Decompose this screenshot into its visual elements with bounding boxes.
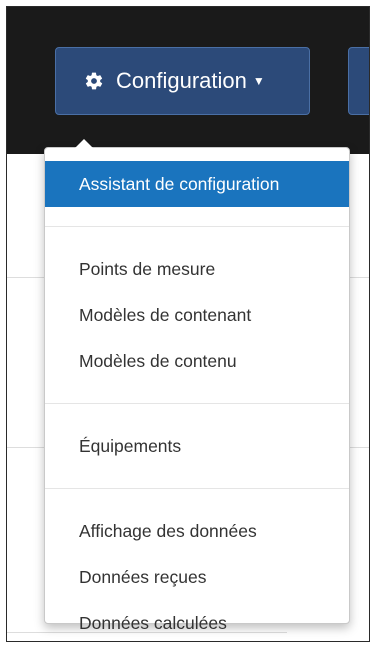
menu-item-assistant-de-configuration[interactable]: Assistant de configuration (45, 161, 349, 207)
menu-item-modeles-de-contenu[interactable]: Modèles de contenu (45, 338, 349, 384)
gear-icon (85, 72, 103, 90)
top-navbar: Configuration ▼ (7, 7, 369, 154)
menu-divider (45, 403, 349, 404)
menu-divider (45, 488, 349, 489)
configuration-dropdown-menu: Assistant de configuration Points de mesu… (44, 139, 350, 633)
menu-item-points-de-mesure[interactable]: Points de mesure (45, 246, 349, 292)
menu-item-donnees-calculees[interactable]: Données calculées (45, 600, 349, 646)
menu-item-affichage-des-donnees[interactable]: Affichage des données (45, 508, 349, 554)
configuration-label: Configuration (116, 68, 247, 93)
configuration-dropdown-button[interactable]: Configuration ▼ (55, 47, 310, 115)
menu-item-equipements[interactable]: Équipements (45, 423, 349, 469)
caret-down-icon: ▼ (252, 74, 265, 88)
next-toolbar-button[interactable] (348, 47, 369, 115)
menu-item-donnees-recues[interactable]: Données reçues (45, 554, 349, 600)
menu-divider (45, 226, 349, 227)
menu-item-modeles-de-contenant[interactable]: Modèles de contenant (45, 292, 349, 338)
